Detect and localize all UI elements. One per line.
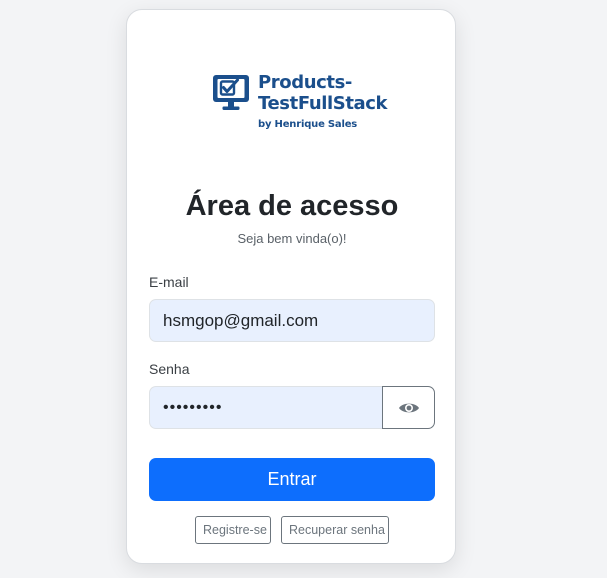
show-password-button[interactable] — [382, 386, 435, 429]
register-button[interactable]: Registre-se — [195, 516, 271, 544]
email-field[interactable] — [149, 299, 435, 342]
brand-byline: by Henrique Sales — [258, 119, 358, 130]
password-label: Senha — [149, 361, 190, 377]
monitor-check-icon — [213, 75, 249, 110]
brand-logo: Products- TestFullStack by Henrique Sale… — [211, 72, 388, 132]
email-label: E-mail — [149, 274, 189, 290]
login-card: Products- TestFullStack by Henrique Sale… — [126, 9, 456, 564]
brand-name-line2: TestFullStack — [258, 93, 388, 114]
submit-button[interactable]: Entrar — [149, 458, 435, 501]
brand-name-line1: Products- — [258, 72, 352, 93]
page-subtitle: Seja bem vinda(o)! — [237, 231, 347, 246]
eye-icon — [398, 403, 419, 412]
page-title: Área de acesso — [185, 190, 399, 222]
brand-wordmark: Products- TestFullStack by Henrique Sale… — [258, 72, 388, 131]
recover-password-button[interactable]: Recuperar senha — [281, 516, 389, 544]
password-field[interactable] — [149, 386, 383, 429]
